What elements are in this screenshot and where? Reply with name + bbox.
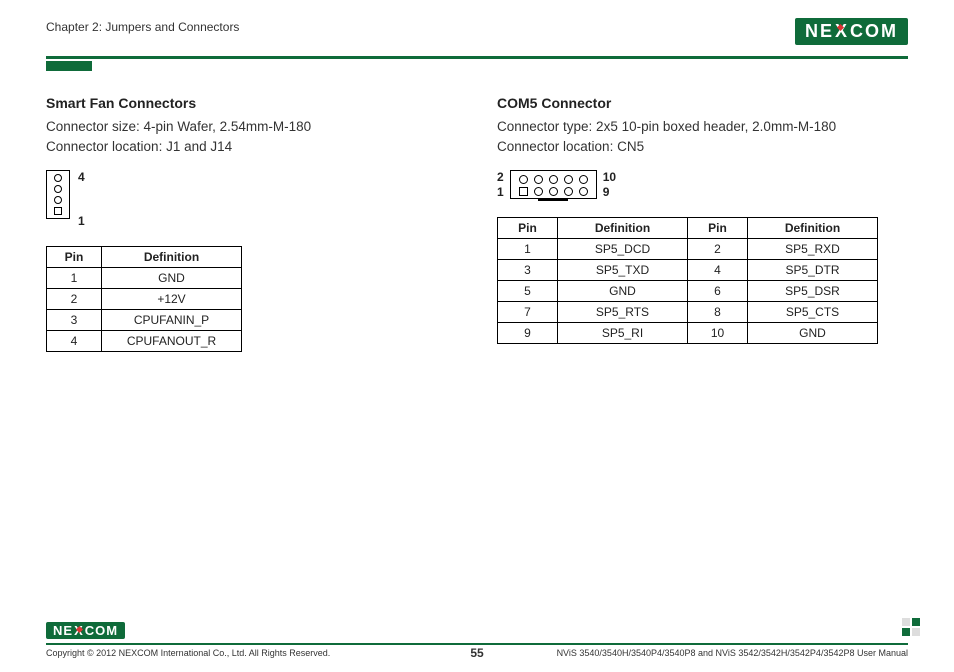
th-def: Definition xyxy=(102,247,242,268)
chapter-label: Chapter 2: Jumpers and Connectors xyxy=(46,18,239,34)
table-row: 4CPUFANOUT_R xyxy=(47,331,242,352)
smart-fan-table: PinDefinition 1GND 2+12V 3CPUFANIN_P 4CP… xyxy=(46,246,242,352)
th-pin: Pin xyxy=(47,247,102,268)
table-row: 2+12V xyxy=(47,289,242,310)
connector-size: Connector size: 4-pin Wafer, 2.54mm-M-18… xyxy=(46,117,457,137)
section-title: COM5 Connector xyxy=(497,95,908,111)
th-pin: Pin xyxy=(498,218,558,239)
diagram-pin-2: 2 xyxy=(497,170,504,184)
th-def: Definition xyxy=(748,218,878,239)
header-accent xyxy=(46,61,92,71)
diagram-pin-1: 1 xyxy=(497,185,504,199)
smart-fan-diagram: 4 1 xyxy=(46,170,457,228)
connector-location: Connector location: CN5 xyxy=(497,137,908,157)
table-row: 3CPUFANIN_P xyxy=(47,310,242,331)
connector-location: Connector location: J1 and J14 xyxy=(46,137,457,157)
table-row: 1SP5_DCD2SP5_RXD xyxy=(498,239,878,260)
table-row: 3SP5_TXD4SP5_DTR xyxy=(498,260,878,281)
com5-diagram: 2 1 10 9 xyxy=(497,170,908,199)
table-row: 9SP5_RI10GND xyxy=(498,323,878,344)
th-def: Definition xyxy=(558,218,688,239)
page-footer: NEXCOM Copyright © 2012 NEXCOM Internati… xyxy=(46,622,908,658)
diagram-pin-9: 9 xyxy=(603,185,616,199)
com5-table: Pin Definition Pin Definition 1SP5_DCD2S… xyxy=(497,217,878,344)
smart-fan-section: Smart Fan Connectors Connector size: 4-p… xyxy=(46,95,457,352)
table-row: 1GND xyxy=(47,268,242,289)
footer-logo: NEXCOM xyxy=(46,622,908,640)
connector-type: Connector type: 2x5 10-pin boxed header,… xyxy=(497,117,908,137)
table-row: 5GND6SP5_DSR xyxy=(498,281,878,302)
page-number: 55 xyxy=(46,646,908,660)
header-rule xyxy=(46,56,908,59)
section-title: Smart Fan Connectors xyxy=(46,95,457,111)
com5-section: COM5 Connector Connector type: 2x5 10-pi… xyxy=(497,95,908,352)
diagram-pin-1: 1 xyxy=(78,214,85,228)
diagram-pin-10: 10 xyxy=(603,170,616,184)
th-pin: Pin xyxy=(688,218,748,239)
brand-logo: NEXCOM xyxy=(795,18,908,45)
table-row: 7SP5_RTS8SP5_CTS xyxy=(498,302,878,323)
footer-ornament xyxy=(902,618,920,636)
diagram-pin-4: 4 xyxy=(78,170,85,184)
